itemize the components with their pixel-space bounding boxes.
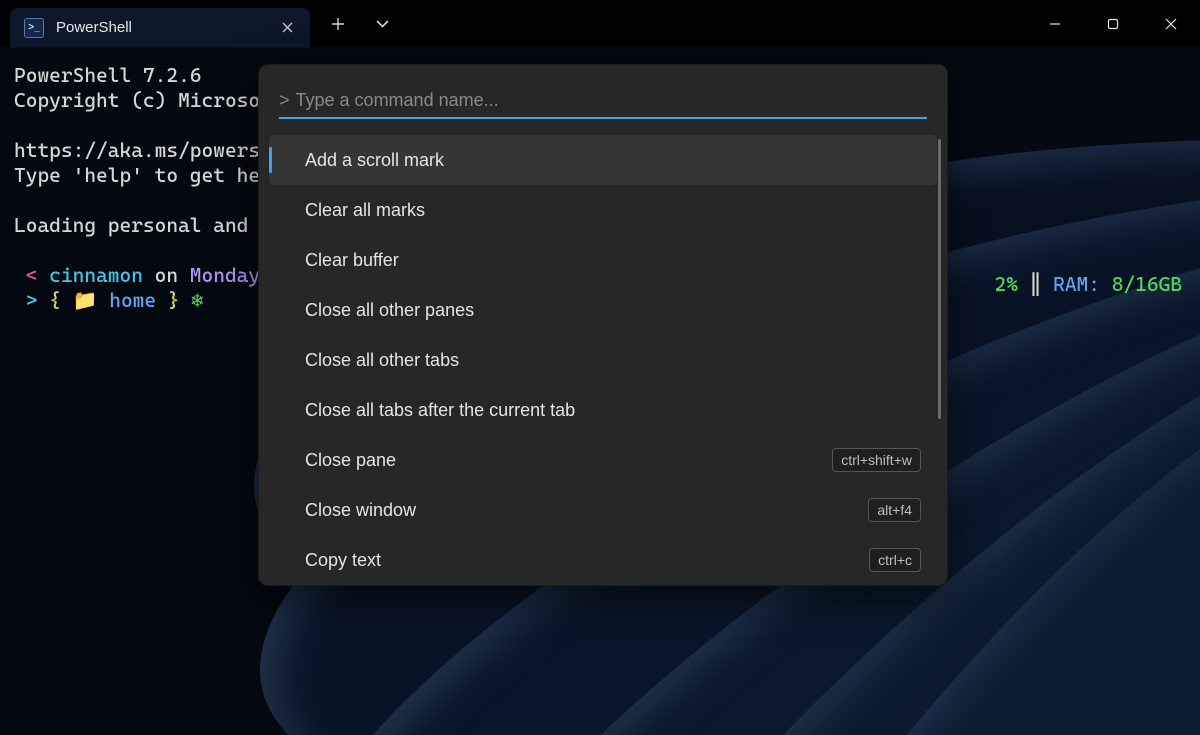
command-item-label: Close all other tabs: [305, 350, 921, 371]
command-search-box[interactable]: >: [279, 83, 927, 119]
command-item-label: Clear all marks: [305, 200, 921, 221]
minimize-icon: [1049, 18, 1061, 30]
command-item-shortcut: ctrl+shift+w: [832, 448, 921, 472]
command-palette: > Add a scroll mark Clear all marks Clear …: [258, 64, 948, 586]
close-icon: [1165, 18, 1177, 30]
plus-icon: [331, 17, 345, 31]
command-item[interactable]: Close all other panes: [269, 285, 937, 335]
command-item-label: Close pane: [305, 450, 832, 471]
title-bar: >_ PowerShell: [0, 0, 1200, 48]
chevron-down-icon: [376, 20, 389, 28]
scrollbar[interactable]: [938, 139, 941, 579]
command-item-label: Add a scroll mark: [305, 150, 921, 171]
powershell-icon: >_: [24, 18, 44, 38]
command-item[interactable]: Close all tabs after the current tab: [269, 385, 937, 435]
tab-powershell[interactable]: >_ PowerShell: [10, 8, 310, 48]
close-icon: [282, 22, 293, 33]
command-item-label: Clear buffer: [305, 250, 921, 271]
window-buttons: [1026, 0, 1200, 47]
command-item-label: Close all tabs after the current tab: [305, 400, 921, 421]
maximize-icon: [1107, 18, 1119, 30]
command-item[interactable]: Clear all marks: [269, 185, 937, 235]
close-tab-button[interactable]: [278, 19, 296, 37]
tab-title: PowerShell: [56, 19, 278, 36]
close-window-button[interactable]: [1142, 0, 1200, 47]
command-search-input[interactable]: [296, 90, 927, 111]
command-item-label: Close window: [305, 500, 868, 521]
command-item-label: Close all other panes: [305, 300, 921, 321]
minimize-button[interactable]: [1026, 0, 1084, 47]
tab-dropdown-button[interactable]: [362, 4, 402, 44]
command-item[interactable]: Close all other tabs: [269, 335, 937, 385]
command-item[interactable]: Close windowalt+f4: [269, 485, 937, 535]
command-item-shortcut: ctrl+c: [869, 548, 921, 572]
new-tab-button[interactable]: [318, 4, 358, 44]
maximize-button[interactable]: [1084, 0, 1142, 47]
command-item[interactable]: Clear buffer: [269, 235, 937, 285]
command-item[interactable]: Copy textctrl+c: [269, 535, 937, 585]
command-item[interactable]: Add a scroll mark: [269, 135, 937, 185]
status-line-right: 2% ║ RAM: 8/16GB: [995, 272, 1183, 297]
search-prefix: >: [279, 90, 290, 111]
command-item-shortcut: alt+f4: [868, 498, 921, 522]
tab-controls: [310, 0, 402, 48]
command-item[interactable]: Close panectrl+shift+w: [269, 435, 937, 485]
scrollbar-thumb[interactable]: [938, 139, 941, 419]
command-item-label: Copy text: [305, 550, 869, 571]
command-list: Add a scroll mark Clear all marks Clear bu…: [259, 119, 947, 585]
